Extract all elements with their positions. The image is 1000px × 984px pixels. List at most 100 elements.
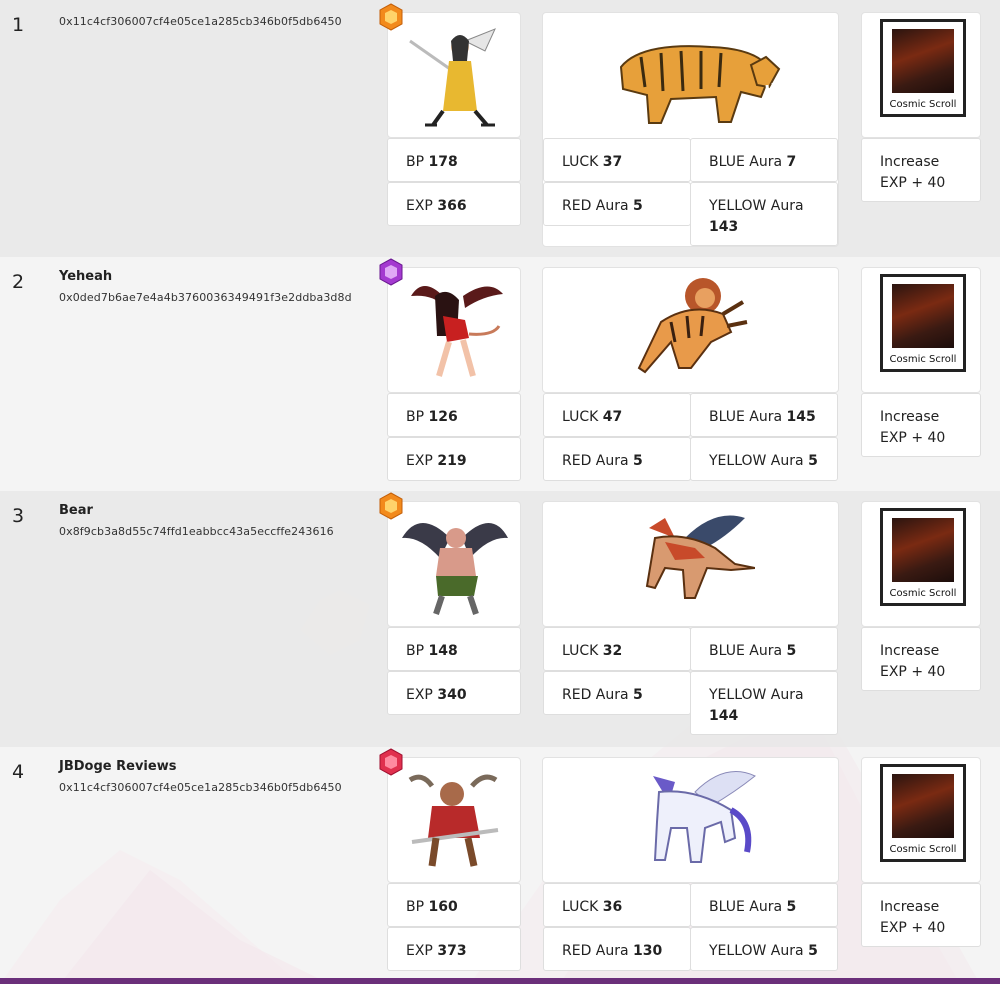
item-card[interactable]: Cosmic Scroll [861, 501, 981, 627]
blue-aura-value: 7 [786, 154, 797, 170]
exp-value: 373 [437, 943, 467, 959]
sabertooth-tiger-pet-icon [619, 45, 781, 124]
cosmic-scroll-icon: Cosmic Scroll [880, 274, 966, 372]
player-name: Bear [59, 503, 93, 518]
luck-value: 47 [602, 409, 623, 425]
rank-number: 3 [12, 505, 25, 527]
bp-label: BP [406, 409, 425, 425]
wallet-address[interactable]: 0x0ded7b6ae7e4a4b3760036349491f3e2ddba3d… [59, 291, 352, 304]
item-name: Cosmic Scroll [889, 588, 957, 599]
luck-label: LUCK [562, 409, 599, 425]
succubus-hero-icon [411, 286, 503, 377]
rank-number: 1 [12, 14, 25, 36]
hero-card[interactable] [387, 757, 521, 883]
item-name: Cosmic Scroll [889, 99, 957, 110]
leaderboard-row-1: 1 0x11c4cf306007cf4e05ce1a285cb346b0f5db… [0, 0, 1000, 257]
blue-aura-stat: BLUE Aura 5 [690, 627, 838, 671]
minotaur-warrior-hero-icon [408, 774, 499, 867]
blue-aura-stat: BLUE Aura 145 [690, 393, 838, 437]
item-effect-text: Increase EXP + 40 [880, 899, 946, 936]
red-aura-value: 5 [633, 687, 643, 703]
red-aura-value: 5 [633, 453, 643, 469]
exp-stat: EXP 366 [387, 182, 521, 226]
wallet-address[interactable]: 0x11c4cf306007cf4e05ce1a285cb346b0f5db64… [59, 781, 342, 794]
exp-stat: EXP 373 [387, 927, 521, 971]
bp-value: 160 [428, 899, 458, 915]
player-name: JBDoge Reviews [59, 759, 177, 774]
bp-label: BP [406, 899, 425, 915]
item-effect: Increase EXP + 40 [861, 138, 981, 202]
rarity-gem-icon [379, 258, 403, 286]
rarity-gem-icon [379, 492, 403, 520]
item-effect-text: Increase EXP + 40 [880, 643, 946, 680]
pet-card[interactable] [542, 757, 839, 883]
hero-card[interactable] [387, 501, 521, 627]
item-name: Cosmic Scroll [889, 354, 957, 365]
cosmic-scroll-icon: Cosmic Scroll [880, 508, 966, 606]
luck-stat: LUCK 36 [543, 883, 691, 927]
item-card[interactable]: Cosmic Scroll [861, 757, 981, 883]
leaderboard-row-2: 2 Yeheah 0x0ded7b6ae7e4a4b3760036349491f… [0, 257, 1000, 491]
blue-aura-label: BLUE Aura [709, 643, 783, 659]
yellow-aura-value: 5 [808, 943, 818, 959]
luck-stat: LUCK 37 [543, 138, 691, 182]
item-effect: Increase EXP + 40 [861, 393, 981, 457]
bp-label: BP [406, 643, 425, 659]
hero-card[interactable] [387, 12, 521, 138]
luck-value: 32 [602, 643, 623, 659]
cosmic-scroll-icon: Cosmic Scroll [880, 764, 966, 862]
red-aura-value: 130 [633, 943, 663, 959]
item-effect-text: Increase EXP + 40 [880, 409, 946, 446]
yellow-aura-value: 144 [709, 708, 739, 724]
item-effect: Increase EXP + 40 [861, 883, 981, 947]
griffin-pet-icon [645, 515, 755, 599]
rarity-gem-icon [379, 748, 403, 776]
yellow-aura-label: YELLOW Aura [709, 943, 804, 959]
leaderboard-row-3: 3 Bear 0x8f9cb3a8d55c74ffd1eabbcc43a5ecc… [0, 491, 1000, 747]
hero-card[interactable] [387, 267, 521, 393]
wallet-address[interactable]: 0x11c4cf306007cf4e05ce1a285cb346b0f5db64… [59, 15, 342, 28]
yellow-aura-label: YELLOW Aura [709, 453, 804, 469]
bp-value: 148 [428, 643, 458, 659]
item-name: Cosmic Scroll [889, 844, 957, 855]
exp-label: EXP [406, 198, 433, 214]
yellow-aura-label: YELLOW Aura [709, 198, 804, 214]
swordswoman-hero-icon [409, 28, 496, 127]
item-effect: Increase EXP + 40 [861, 627, 981, 691]
red-aura-stat: RED Aura 5 [543, 437, 691, 481]
bp-stat: BP 148 [387, 627, 521, 671]
pet-card[interactable] [542, 267, 839, 393]
blue-aura-label: BLUE Aura [709, 899, 783, 915]
exp-value: 340 [437, 687, 467, 703]
luck-value: 36 [602, 899, 623, 915]
item-card[interactable]: Cosmic Scroll [861, 267, 981, 393]
exp-value: 366 [437, 198, 467, 214]
player-name: Yeheah [59, 269, 113, 284]
bp-value: 126 [428, 409, 458, 425]
blue-aura-stat: BLUE Aura 7 [690, 138, 838, 182]
luck-label: LUCK [562, 899, 599, 915]
yellow-aura-label: YELLOW Aura [709, 687, 804, 703]
item-card[interactable]: Cosmic Scroll [861, 12, 981, 138]
pegasus-unicorn-pet-icon [653, 771, 756, 863]
yellow-aura-stat: YELLOW Aura 5 [690, 927, 838, 971]
bp-stat: BP 178 [387, 138, 521, 182]
exp-stat: EXP 340 [387, 671, 521, 715]
red-aura-stat: RED Aura 5 [543, 671, 691, 715]
wallet-address[interactable]: 0x8f9cb3a8d55c74ffd1eabbcc43a5eccffe2436… [59, 525, 334, 538]
item-effect-text: Increase EXP + 40 [880, 154, 946, 191]
cosmic-scroll-icon: Cosmic Scroll [880, 19, 966, 117]
yellow-aura-value: 5 [808, 453, 818, 469]
red-aura-stat: RED Aura 130 [543, 927, 691, 971]
blue-aura-value: 5 [786, 899, 797, 915]
pet-card[interactable] [542, 501, 839, 627]
blue-aura-stat: BLUE Aura 5 [690, 883, 838, 927]
leaderboard-row-4: 4 JBDoge Reviews 0x11c4cf306007cf4e05ce1… [0, 747, 1000, 978]
luck-stat: LUCK 47 [543, 393, 691, 437]
yellow-aura-value: 143 [709, 219, 739, 235]
luck-stat: LUCK 32 [543, 627, 691, 671]
luck-value: 37 [602, 154, 623, 170]
exp-stat: EXP 219 [387, 437, 521, 481]
red-aura-value: 5 [633, 198, 643, 214]
exp-label: EXP [406, 687, 433, 703]
